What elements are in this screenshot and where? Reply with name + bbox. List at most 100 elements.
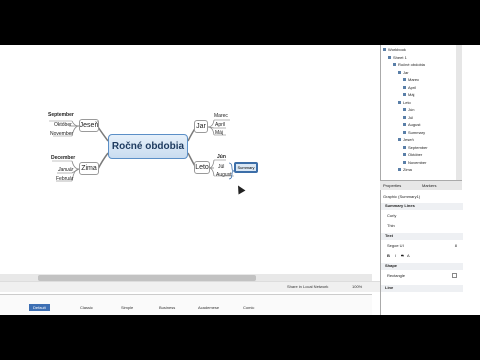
topic-icon (403, 145, 406, 149)
outline-item[interactable]: Ročné obdobia (393, 62, 425, 67)
outline-item-label: Ročné obdobia (398, 62, 425, 67)
strikethrough-icon[interactable]: S (401, 253, 404, 258)
subtopic-jun[interactable]: Jún (217, 154, 226, 160)
outline-item-label: Sheet 1 (393, 54, 407, 60)
outline-item[interactable]: Jún (403, 107, 414, 112)
properties-title: Graphic (Summary1) (383, 194, 421, 199)
topic-icon (398, 138, 401, 141)
outline-scrollbar[interactable] (456, 45, 462, 180)
branch-label: Jeseň (79, 122, 99, 129)
properties-panel: Graphic (Summary1) Summary Lines Curly T… (380, 190, 463, 315)
line-style-curly[interactable]: Curly (387, 213, 396, 218)
theme-simple[interactable]: Simple (121, 305, 133, 310)
theme-default[interactable]: Default (29, 304, 50, 311)
outline-item-label: Júl (408, 114, 414, 120)
topic-icon (403, 115, 406, 119)
topic-icon (403, 160, 406, 164)
subtopic-oktober[interactable]: Október (54, 122, 72, 128)
outline-item[interactable]: Summary (403, 130, 425, 135)
outline-item-label: Leto (403, 99, 411, 105)
topic-icon (403, 153, 406, 156)
subtopic-august[interactable]: August (216, 172, 232, 178)
italic-icon[interactable]: I (395, 253, 396, 258)
connector-lines (49, 119, 235, 182)
central-topic[interactable]: Ročné obdobia (108, 134, 188, 159)
outline-item[interactable]: Júl (403, 115, 413, 120)
outline-item[interactable]: November (403, 160, 426, 165)
topic-icon (403, 93, 406, 96)
font-size[interactable]: 8 (455, 243, 457, 248)
outline-item-label: Jar (403, 69, 409, 75)
topic-icon (398, 168, 401, 171)
theme-classic[interactable]: Classic (80, 305, 93, 310)
outline-item[interactable]: Marec (403, 77, 419, 82)
outline-item[interactable]: Workbook (383, 47, 406, 52)
subtopic-januar[interactable]: Január (58, 167, 73, 173)
zoom-level[interactable]: 100% (352, 284, 362, 289)
branch-label: Jar (196, 123, 206, 130)
subtopic-maj[interactable]: Máj (215, 130, 223, 136)
section-line[interactable]: Line (381, 285, 463, 292)
subtopic-september[interactable]: September (48, 112, 74, 118)
branch-zima[interactable]: Zima (79, 162, 99, 175)
subtopic-jul[interactable]: Júl (218, 164, 224, 170)
subtopic-december[interactable]: December (51, 155, 75, 161)
theme-academese[interactable]: Academese (198, 305, 219, 310)
outline-item-label: November (408, 159, 427, 165)
text-color-icon[interactable]: A (407, 253, 410, 258)
outline-item[interactable]: Október (403, 152, 422, 157)
outline-item-label: Október (408, 152, 423, 157)
app-screen: Ročné obdobia Jeseň Zima Jar Leto Septem… (0, 45, 480, 315)
outline-item-label: Jeseň (403, 137, 414, 142)
branch-leto[interactable]: Leto (194, 161, 210, 174)
subtopic-april[interactable]: Apríl (215, 122, 225, 128)
summary-topic[interactable]: Summary (234, 162, 258, 173)
topic-icon (398, 70, 401, 74)
shape-type[interactable]: Rectangle (387, 273, 405, 278)
share-status[interactable]: Share in Local Network (287, 284, 328, 289)
tab-properties[interactable]: Properties (383, 183, 401, 188)
topic-icon (403, 130, 406, 134)
outline-item[interactable]: August (403, 122, 420, 127)
line-width-thin[interactable]: Thin (387, 223, 395, 228)
branch-jesen[interactable]: Jeseň (79, 119, 99, 132)
tab-markers[interactable]: Markers (422, 183, 436, 188)
theme-business[interactable]: Business (159, 305, 175, 310)
subtopic-marec[interactable]: Marec (214, 113, 228, 119)
topic-icon (403, 123, 406, 126)
topic-icon (388, 55, 391, 59)
section-summary-lines[interactable]: Summary Lines (381, 203, 463, 210)
subtopic-november[interactable]: November (50, 131, 73, 137)
outline-panel: Workbook Sheet 1 Ročné obdobia Jar Marec Aprí… (380, 45, 457, 180)
theme-gallery: Default Classic Simple Business Academes… (0, 294, 372, 315)
topic-icon (403, 108, 406, 111)
outline-item[interactable]: Sheet 1 (388, 55, 407, 60)
topic-icon (403, 85, 406, 89)
outline-item[interactable]: September (403, 145, 428, 150)
topic-icon (398, 100, 401, 104)
outline-item[interactable]: Leto (398, 100, 411, 105)
topic-icon (403, 78, 406, 81)
font-name[interactable]: Segoe UI (387, 243, 404, 248)
outline-item-label: Apríl (408, 84, 417, 90)
outline-item-label: Zima (403, 167, 412, 172)
summary-label: Summary (237, 165, 255, 170)
outline-item[interactable]: Zima (398, 167, 412, 172)
subtopic-februar[interactable]: Február (56, 176, 74, 182)
section-text[interactable]: Text (381, 233, 463, 240)
fill-color-swatch[interactable] (452, 273, 457, 278)
branch-label: Zima (81, 165, 97, 172)
bold-icon[interactable]: B (387, 253, 390, 258)
mindmap-canvas[interactable]: Ročné obdobia Jeseň Zima Jar Leto Septem… (0, 45, 372, 289)
theme-comic[interactable]: Comic (243, 305, 254, 310)
branch-label: Leto (195, 164, 209, 171)
topic-icon (383, 48, 386, 51)
outline-item[interactable]: Jeseň (398, 137, 414, 142)
outline-item[interactable]: Máj (403, 92, 414, 97)
outline-item[interactable]: Apríl (403, 85, 416, 90)
section-shape[interactable]: Shape (381, 263, 463, 270)
outline-item-label: Jún (408, 107, 415, 112)
branch-jar[interactable]: Jar (194, 120, 208, 133)
outline-item[interactable]: Jar (398, 70, 409, 75)
outline-item-label: August (408, 122, 421, 127)
